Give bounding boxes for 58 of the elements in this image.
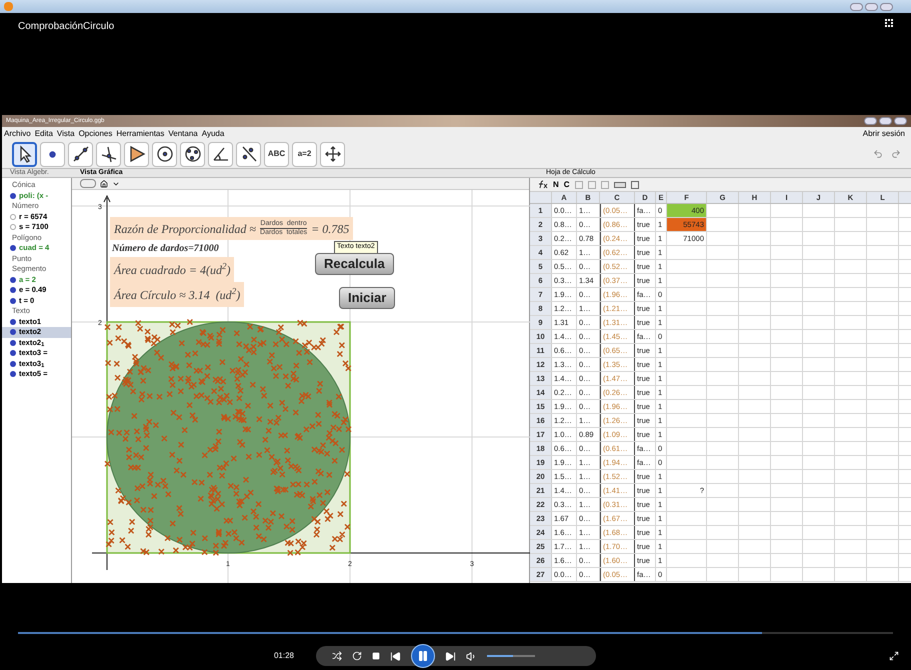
menu-item[interactable]: Ventana bbox=[168, 128, 198, 140]
menu-item[interactable]: Vista bbox=[56, 128, 75, 140]
previous-icon[interactable] bbox=[390, 650, 400, 662]
menu-item[interactable]: Edita bbox=[34, 128, 53, 140]
repeat-icon[interactable] bbox=[352, 651, 362, 661]
text-tool[interactable]: ABC bbox=[264, 142, 289, 166]
ratio-value: = 0.785 bbox=[311, 220, 350, 238]
angle-tool[interactable] bbox=[208, 142, 233, 166]
pause-button[interactable] bbox=[410, 644, 434, 668]
circle-points-icon bbox=[182, 144, 202, 164]
reflect-tool[interactable] bbox=[236, 142, 261, 166]
ratio-label: Razón de Proporcionalidad ≈ bbox=[114, 220, 256, 238]
fill-color-icon[interactable] bbox=[614, 182, 626, 188]
time-display: 01:28 bbox=[274, 650, 294, 662]
sign-in-link[interactable]: Abrir sesión bbox=[862, 128, 909, 140]
function-icon[interactable] bbox=[538, 180, 548, 189]
home-icon[interactable] bbox=[100, 180, 108, 188]
darts-count-text: Número de dardos=71000 bbox=[112, 242, 219, 256]
volume-icon[interactable] bbox=[466, 650, 476, 662]
circle3-tool[interactable] bbox=[180, 142, 205, 166]
circle-tool[interactable] bbox=[152, 142, 177, 166]
maximize-icon[interactable] bbox=[879, 117, 892, 125]
bold-button[interactable]: N bbox=[553, 178, 559, 190]
menu-item[interactable]: Ayuda bbox=[202, 128, 224, 140]
minimize-icon[interactable] bbox=[864, 117, 877, 125]
slider-tool[interactable]: a=2 bbox=[292, 142, 317, 166]
menu-item[interactable]: Archivo bbox=[4, 128, 31, 140]
redo-icon[interactable] bbox=[891, 149, 901, 159]
italic-button[interactable]: C bbox=[564, 178, 570, 190]
recalculate-button[interactable]: Recalcula bbox=[315, 253, 394, 275]
pause-icon bbox=[416, 650, 428, 662]
move-arrows-icon bbox=[324, 146, 340, 162]
menu-item[interactable]: Opciones bbox=[78, 128, 112, 140]
menu-item[interactable]: Herramientas bbox=[116, 128, 164, 140]
player-logo-icon bbox=[4, 2, 13, 11]
minimize-icon[interactable] bbox=[850, 2, 863, 10]
fullscreen-icon[interactable] bbox=[889, 651, 899, 661]
line-tool[interactable] bbox=[68, 142, 93, 166]
perpendicular-tool[interactable] bbox=[96, 142, 121, 166]
next-icon[interactable] bbox=[444, 650, 456, 662]
border-icon[interactable] bbox=[630, 180, 639, 188]
pointer-tool[interactable] bbox=[12, 142, 37, 166]
video-title: ComprobaciónCirculo bbox=[18, 20, 114, 34]
grid-icon[interactable] bbox=[885, 19, 893, 27]
circle-icon bbox=[154, 144, 174, 164]
circle-area-text: Área Círculo ≈ 3.14 (ud$^{2}$) bbox=[110, 282, 244, 307]
point-icon bbox=[49, 150, 56, 158]
point-tool[interactable] bbox=[40, 142, 65, 166]
start-button[interactable]: Iniciar bbox=[339, 287, 396, 309]
stop-icon[interactable] bbox=[372, 652, 380, 660]
move-tool[interactable] bbox=[320, 142, 345, 166]
close-icon[interactable] bbox=[880, 2, 893, 10]
close-icon[interactable] bbox=[894, 117, 907, 125]
maximize-icon[interactable] bbox=[865, 2, 878, 10]
polygon-tool[interactable] bbox=[124, 142, 149, 166]
undo-icon[interactable] bbox=[873, 149, 883, 159]
square-area-text: Área cuadrado = 4(ud$^{2}$) bbox=[110, 257, 234, 282]
shuffle-icon[interactable] bbox=[332, 651, 342, 661]
